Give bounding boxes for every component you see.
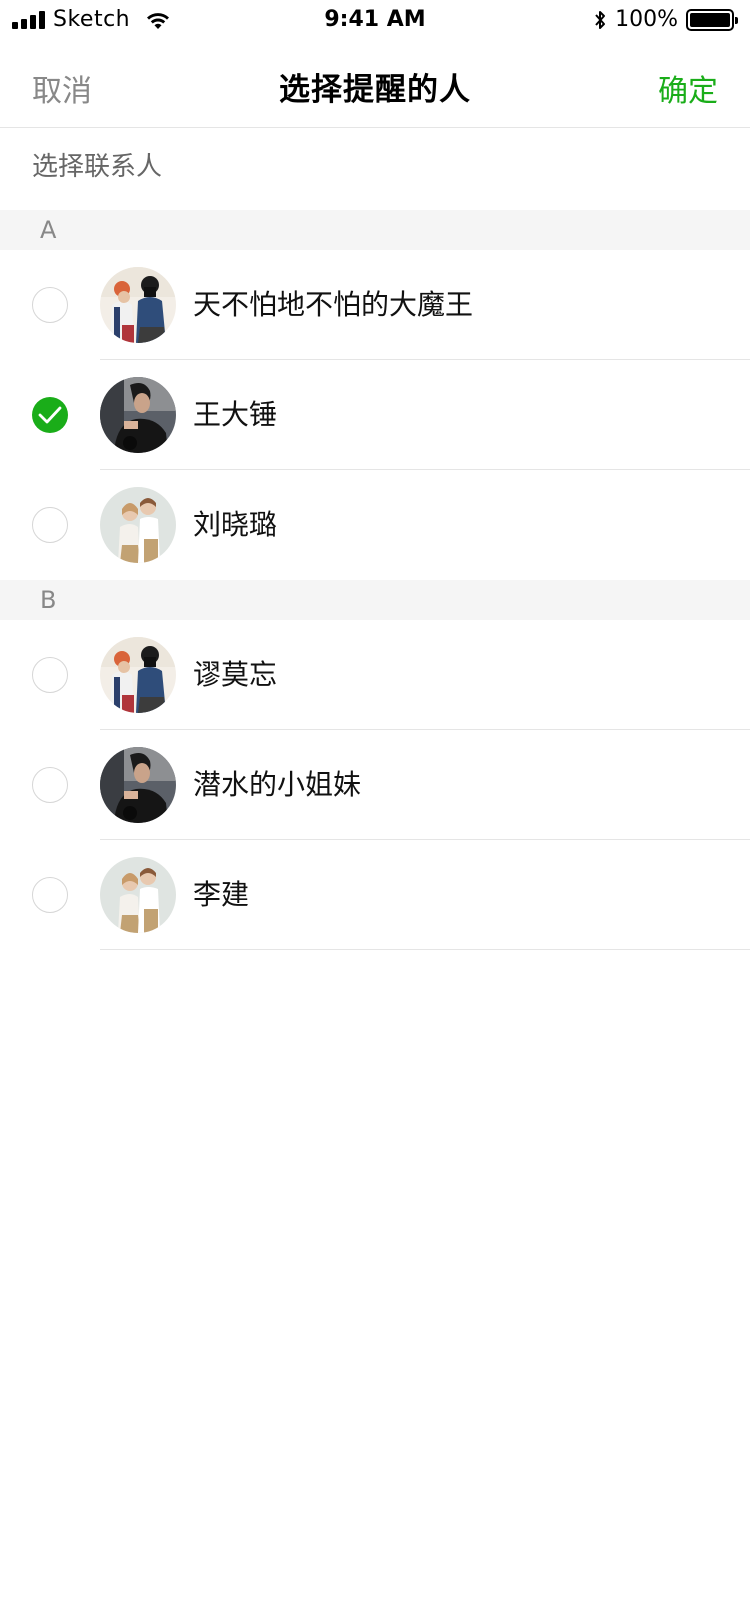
section-header-a: A xyxy=(0,210,750,250)
contact-search-input[interactable] xyxy=(32,147,712,187)
checkbox[interactable] xyxy=(32,507,68,543)
avatar xyxy=(100,267,176,343)
bluetooth-icon xyxy=(595,11,606,29)
avatar xyxy=(100,857,176,933)
checkbox[interactable] xyxy=(32,287,68,323)
checkbox[interactable] xyxy=(32,767,68,803)
section-header-b: B xyxy=(0,580,750,620)
section-letter: B xyxy=(40,586,57,614)
confirm-button[interactable]: 确定 xyxy=(658,66,718,110)
nav-bar: 取消 选择提醒的人 确定 xyxy=(0,40,750,128)
checkbox-checked[interactable] xyxy=(32,397,68,433)
battery-percent: 100% xyxy=(615,7,678,32)
contact-name: 天不怕地不怕的大魔王 xyxy=(193,288,474,321)
contact-row[interactable]: 谬莫忘 xyxy=(0,620,750,730)
contact-row[interactable]: 王大锤 xyxy=(0,360,750,470)
avatar xyxy=(100,377,176,453)
contact-row[interactable]: 李建 xyxy=(0,840,750,950)
avatar xyxy=(100,637,176,713)
checkbox[interactable] xyxy=(32,657,68,693)
checkbox[interactable] xyxy=(32,877,68,913)
battery-icon xyxy=(686,9,738,31)
contact-row[interactable]: 天不怕地不怕的大魔王 xyxy=(0,250,750,360)
avatar xyxy=(100,487,176,563)
checkmark-icon xyxy=(38,406,62,424)
contact-row[interactable]: 潜水的小姐妹 xyxy=(0,730,750,840)
status-bar: Sketch 9:41 AM 100% xyxy=(0,0,750,40)
page-title: 选择提醒的人 xyxy=(279,72,471,108)
search-row xyxy=(0,129,750,209)
avatar xyxy=(100,747,176,823)
contact-name: 王大锤 xyxy=(193,398,278,431)
section-letter: A xyxy=(40,216,57,244)
status-right: 100% xyxy=(593,7,738,32)
contact-name: 李建 xyxy=(193,878,250,911)
contact-name: 谬莫忘 xyxy=(193,658,278,691)
divider xyxy=(100,949,750,950)
contact-name: 潜水的小姐妹 xyxy=(193,768,362,801)
contact-row[interactable]: 刘晓璐 xyxy=(0,470,750,580)
contact-name: 刘晓璐 xyxy=(193,508,278,541)
